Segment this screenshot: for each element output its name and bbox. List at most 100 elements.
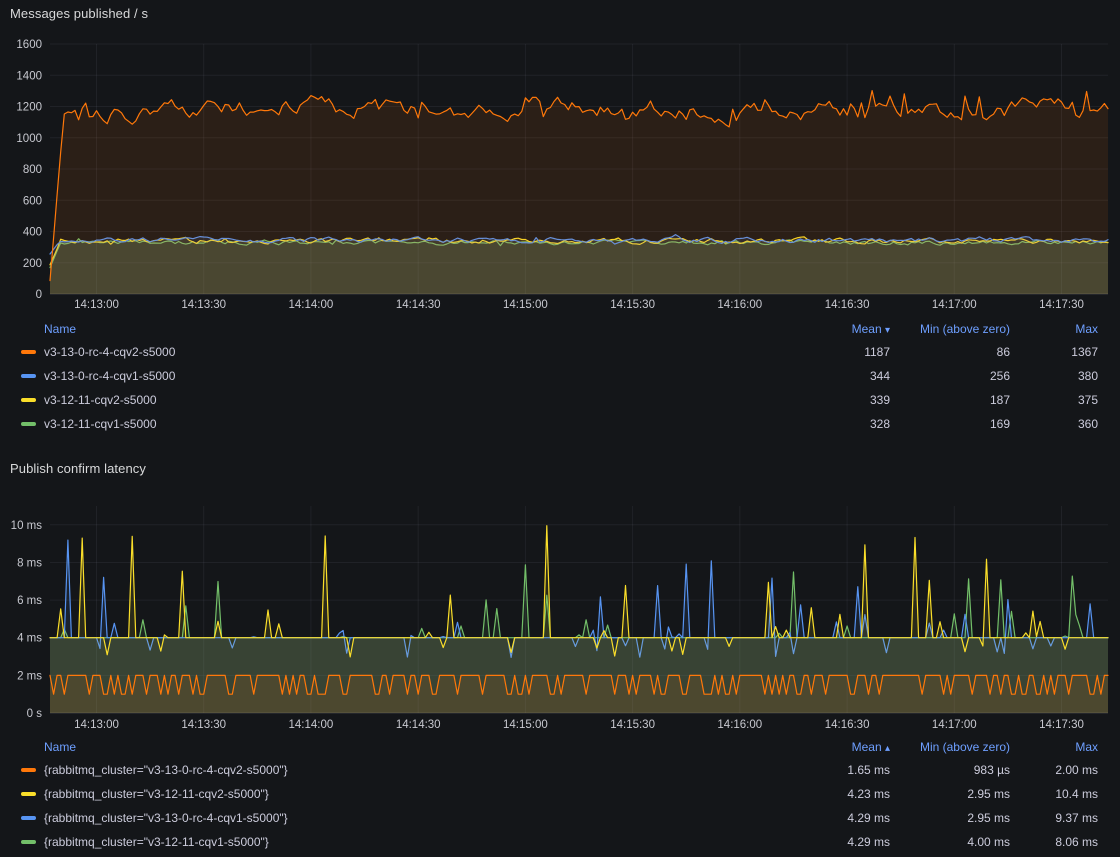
x-tick-label: 14:14:00 — [289, 299, 334, 311]
legend-col-max[interactable]: Max — [1010, 322, 1098, 336]
series-mean-value: 344 — [790, 369, 890, 383]
series-name[interactable]: v3-12-11-cqv2-s5000 — [44, 393, 790, 407]
x-tick-label: 14:15:30 — [610, 299, 655, 311]
x-tick-label: 14:13:00 — [74, 299, 119, 311]
x-tick-label: 14:16:30 — [825, 299, 870, 311]
series-name[interactable]: {rabbitmq_cluster="v3-13-0-rc-4-cqv1-s50… — [44, 811, 790, 825]
series-max-value: 8.06 ms — [1010, 835, 1098, 849]
x-tick-label: 14:16:30 — [825, 719, 870, 731]
series-max-value: 2.00 ms — [1010, 763, 1098, 777]
panel-title-publish-confirm-latency[interactable]: Publish confirm latency — [10, 461, 146, 476]
x-tick-label: 14:17:30 — [1039, 299, 1084, 311]
x-tick-label: 14:13:30 — [181, 719, 226, 731]
y-tick-label: 10 ms — [11, 520, 43, 532]
y-tick-label: 1000 — [16, 133, 42, 145]
series-name[interactable]: {rabbitmq_cluster="v3-12-11-cqv1-s5000"} — [44, 835, 790, 849]
series-area — [50, 91, 1108, 294]
x-tick-label: 14:15:00 — [503, 299, 548, 311]
x-tick-label: 14:15:30 — [610, 719, 655, 731]
series-mean-value: 328 — [790, 417, 890, 431]
legend-row: v3-13-0-rc-4-cqv1-s5000 344 256 380 — [0, 364, 1120, 388]
x-tick-label: 14:17:30 — [1039, 719, 1084, 731]
x-tick-label: 14:16:00 — [717, 299, 762, 311]
legend-col-name[interactable]: Name — [44, 322, 790, 336]
x-tick-label: 14:13:30 — [181, 299, 226, 311]
y-tick-label: 400 — [23, 227, 42, 239]
series-mean-value: 339 — [790, 393, 890, 407]
legend-rows: {rabbitmq_cluster="v3-13-0-rc-4-cqv2-s50… — [0, 758, 1120, 854]
legend-header: Name Mean ▾ Min (above zero) Max — [0, 318, 1120, 340]
panel-publish-confirm-latency: Publish confirm latency 0 s 2 ms 4 ms 6 ms 8… — [0, 446, 1120, 857]
series-color-indicator-icon[interactable] — [21, 374, 36, 378]
x-tick-label: 14:13:00 — [74, 719, 119, 731]
series-min-value: 983 µs — [890, 763, 1010, 777]
legend-messages-published: Name Mean ▾ Min (above zero) Max v3-13-0… — [0, 318, 1120, 436]
y-tick-label: 6 ms — [17, 595, 42, 607]
messages-published-chart[interactable]: 0200400600800100012001400160014:13:0014:… — [0, 30, 1120, 318]
series-mean-value: 4.29 ms — [790, 835, 890, 849]
series-max-value: 10.4 ms — [1010, 787, 1098, 801]
series-color-indicator-icon[interactable] — [21, 768, 36, 772]
legend-col-mean[interactable]: Mean ▴ — [790, 740, 890, 754]
x-tick-label: 14:15:00 — [503, 719, 548, 731]
legend-col-min[interactable]: Min (above zero) — [890, 740, 1010, 754]
y-tick-label: 2 ms — [17, 670, 42, 682]
series-name[interactable]: v3-13-0-rc-4-cqv1-s5000 — [44, 369, 790, 383]
legend-row: {rabbitmq_cluster="v3-13-0-rc-4-cqv2-s50… — [0, 758, 1120, 782]
y-tick-label: 600 — [23, 195, 42, 207]
series-line — [50, 565, 1108, 638]
legend-col-mean-label: Mean — [852, 322, 882, 336]
legend-row: {rabbitmq_cluster="v3-12-11-cqv1-s5000"}… — [0, 830, 1120, 854]
series-min-value: 2.95 ms — [890, 787, 1010, 801]
series-name[interactable]: {rabbitmq_cluster="v3-13-0-rc-4-cqv2-s50… — [44, 763, 790, 777]
y-tick-label: 200 — [23, 258, 42, 270]
series-min-value: 169 — [890, 417, 1010, 431]
series-max-value: 9.37 ms — [1010, 811, 1098, 825]
legend-row: v3-12-11-cqv2-s5000 339 187 375 — [0, 388, 1120, 412]
grafana-dashboard: Messages published / s 0 200 400 600 800 1000… — [0, 0, 1120, 857]
y-tick-label: 800 — [23, 164, 42, 176]
legend-row: {rabbitmq_cluster="v3-12-11-cqv2-s5000"}… — [0, 782, 1120, 806]
x-tick-label: 14:16:00 — [717, 719, 762, 731]
series-name[interactable]: v3-13-0-rc-4-cqv2-s5000 — [44, 345, 790, 359]
series-min-value: 86 — [890, 345, 1010, 359]
y-tick-label: 4 ms — [17, 633, 42, 645]
legend-header: Name Mean ▴ Min (above zero) Max — [0, 736, 1120, 758]
series-color-indicator-icon[interactable] — [21, 840, 36, 844]
legend-col-name[interactable]: Name — [44, 740, 790, 754]
y-tick-label: 0 s — [27, 708, 43, 720]
series-color-indicator-icon[interactable] — [21, 792, 36, 796]
series-max-value: 360 — [1010, 417, 1098, 431]
series-name[interactable]: v3-12-11-cqv1-s5000 — [44, 417, 790, 431]
series-max-value: 380 — [1010, 369, 1098, 383]
series-mean-value: 1187 — [790, 345, 890, 359]
legend-row: v3-13-0-rc-4-cqv2-s5000 1187 86 1367 — [0, 340, 1120, 364]
x-tick-label: 14:17:00 — [932, 299, 977, 311]
y-tick-label: 0 — [36, 289, 42, 301]
legend-col-mean[interactable]: Mean ▾ — [790, 322, 890, 336]
y-tick-label: 8 ms — [17, 558, 42, 570]
panel-title-messages-published[interactable]: Messages published / s — [10, 6, 148, 21]
series-mean-value: 1.65 ms — [790, 763, 890, 777]
series-max-value: 1367 — [1010, 345, 1098, 359]
legend-row: v3-12-11-cqv1-s5000 328 169 360 — [0, 412, 1120, 436]
series-mean-value: 4.23 ms — [790, 787, 890, 801]
series-color-indicator-icon[interactable] — [21, 398, 36, 402]
series-min-value: 2.95 ms — [890, 811, 1010, 825]
legend-col-max[interactable]: Max — [1010, 740, 1098, 754]
series-min-value: 4.00 ms — [890, 835, 1010, 849]
y-tick-label: 1600 — [16, 39, 42, 51]
publish-confirm-latency-chart[interactable]: 0 s 2 ms 4 ms 6 ms 8 ms 10 ms 14:13:00 14:13:30… — [0, 480, 1120, 736]
legend-col-min[interactable]: Min (above zero) — [890, 322, 1010, 336]
series-min-value: 256 — [890, 369, 1010, 383]
x-tick-label: 14:14:30 — [396, 299, 441, 311]
legend-rows: v3-13-0-rc-4-cqv2-s5000 1187 86 1367 v3-… — [0, 340, 1120, 436]
series-max-value: 375 — [1010, 393, 1098, 407]
y-tick-label: 1200 — [16, 102, 42, 114]
series-color-indicator-icon[interactable] — [21, 816, 36, 820]
legend-publish-confirm-latency: Name Mean ▴ Min (above zero) Max {rabbit… — [0, 736, 1120, 854]
series-color-indicator-icon[interactable] — [21, 350, 36, 354]
legend-row: {rabbitmq_cluster="v3-13-0-rc-4-cqv1-s50… — [0, 806, 1120, 830]
series-color-indicator-icon[interactable] — [21, 422, 36, 426]
series-name[interactable]: {rabbitmq_cluster="v3-12-11-cqv2-s5000"} — [44, 787, 790, 801]
